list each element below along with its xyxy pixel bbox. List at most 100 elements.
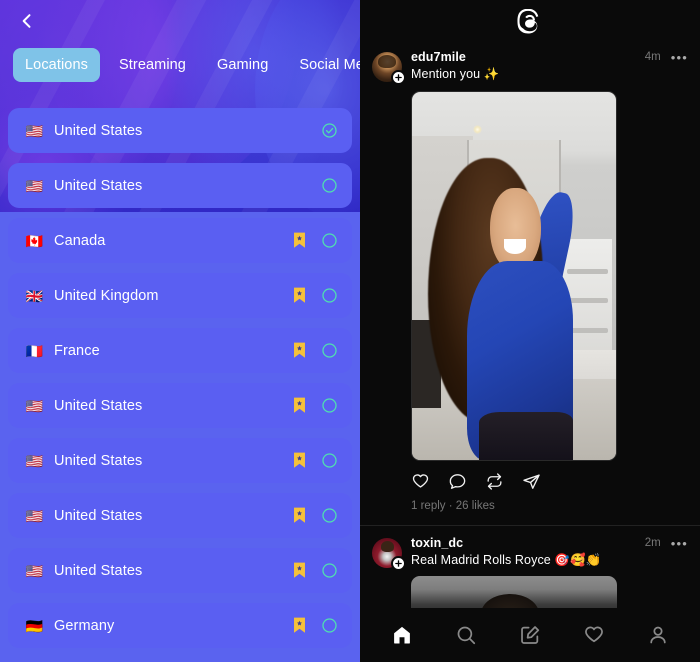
location-name: France	[54, 342, 100, 359]
locations-list: 🇺🇸 United States 🇺🇸 United States 🇨🇦 Canada 🇬🇧…	[0, 108, 360, 648]
bookmark-icon[interactable]	[292, 617, 321, 634]
bookmark-icon[interactable]	[292, 287, 321, 304]
select-circle-icon[interactable]	[321, 287, 338, 304]
post-meta: edu7mile 4m ••• Mention you ✨	[411, 50, 688, 82]
nav-profile[interactable]	[638, 615, 678, 655]
location-name: Canada	[54, 232, 106, 249]
select-circle-icon[interactable]	[321, 232, 338, 249]
nav-activity[interactable]	[574, 615, 614, 655]
bottom-navigation	[360, 608, 700, 662]
select-circle-icon[interactable]	[321, 507, 338, 524]
photo-smile	[503, 239, 527, 254]
tab-streaming[interactable]: Streaming	[107, 48, 198, 82]
back-button[interactable]	[10, 4, 44, 38]
select-circle-icon[interactable]	[321, 617, 338, 634]
location-name: United States	[54, 562, 143, 579]
profile-icon	[647, 624, 669, 646]
location-name: United States	[54, 507, 143, 524]
select-circle-icon[interactable]	[321, 177, 338, 194]
like-icon[interactable]	[411, 472, 430, 491]
post-stats[interactable]: 1 reply · 26 likes	[411, 500, 688, 525]
bookmark-icon[interactable]	[292, 397, 321, 414]
photo-drawer	[567, 327, 608, 333]
post-text: Mention you ✨	[411, 67, 500, 81]
country-flag-icon: 🇺🇸	[25, 507, 44, 524]
post-timestamp: 4m	[644, 51, 661, 63]
nav-home[interactable]	[382, 615, 422, 655]
select-circle-icon[interactable]	[321, 562, 338, 579]
post-meta: toxin_dc 2m ••• Real Madrid Rolls Royce …	[411, 536, 688, 568]
location-name: United States	[54, 452, 143, 469]
location-row[interactable]: 🇩🇪 Germany	[8, 603, 352, 648]
tab-locations[interactable]: Locations	[13, 48, 100, 82]
post-username[interactable]: toxin_dc	[411, 536, 463, 550]
selected-check-icon[interactable]	[321, 122, 338, 139]
vpn-locations-panel: Locations Streaming Gaming Social Media …	[0, 0, 360, 662]
avatar[interactable]	[372, 538, 406, 571]
category-tabbar: Locations Streaming Gaming Social Media	[0, 40, 360, 90]
select-circle-icon[interactable]	[321, 342, 338, 359]
app-screenshot: Locations Streaming Gaming Social Media …	[0, 0, 700, 662]
post-username[interactable]: edu7mile	[411, 50, 466, 64]
post-timestamp: 2m	[644, 537, 661, 549]
home-icon	[391, 624, 413, 646]
photo-drawer	[567, 298, 608, 304]
threads-feed: edu7mile 4m ••• Mention you ✨ 1 reply · …	[360, 46, 700, 624]
country-flag-icon: 🇺🇸	[25, 397, 44, 414]
country-flag-icon: 🇩🇪	[25, 617, 44, 634]
reply-icon[interactable]	[448, 472, 467, 491]
location-row[interactable]: 🇺🇸 United States	[8, 108, 352, 153]
post-image[interactable]	[411, 91, 617, 461]
location-row[interactable]: 🇨🇦 Canada	[8, 218, 352, 263]
bookmark-icon[interactable]	[292, 452, 321, 469]
country-flag-icon: 🇺🇸	[25, 177, 44, 194]
bookmark-icon[interactable]	[292, 507, 321, 524]
photo-face	[489, 187, 541, 273]
search-icon	[455, 624, 477, 646]
plus-badge-icon[interactable]	[391, 556, 406, 571]
tab-gaming[interactable]: Gaming	[205, 48, 280, 82]
repost-icon[interactable]	[485, 472, 504, 491]
more-options-icon[interactable]: •••	[671, 537, 688, 550]
compose-icon	[519, 624, 541, 646]
plus-badge-icon[interactable]	[391, 70, 406, 85]
post-actions	[411, 472, 688, 491]
photo-pants	[479, 412, 574, 460]
chevron-left-icon	[17, 11, 37, 31]
select-circle-icon[interactable]	[321, 397, 338, 414]
threads-header	[360, 0, 700, 46]
nav-search[interactable]	[446, 615, 486, 655]
avatar[interactable]	[372, 52, 406, 85]
country-flag-icon: 🇺🇸	[25, 452, 44, 469]
location-row[interactable]: 🇺🇸 United States	[8, 493, 352, 538]
location-name: United States	[54, 397, 143, 414]
bookmark-icon[interactable]	[292, 562, 321, 579]
bookmark-placeholder	[292, 122, 307, 139]
bookmark-icon[interactable]	[292, 342, 321, 359]
post-header: toxin_dc 2m ••• Real Madrid Rolls Royce …	[372, 536, 688, 571]
location-row[interactable]: 🇺🇸 United States	[8, 548, 352, 593]
country-flag-icon: 🇫🇷	[25, 342, 44, 359]
nav-compose[interactable]	[510, 615, 550, 655]
location-name: United Kingdom	[54, 287, 159, 304]
country-flag-icon: 🇺🇸	[25, 122, 44, 139]
location-row[interactable]: 🇫🇷 France	[8, 328, 352, 373]
photo-drawer	[567, 268, 608, 274]
threads-app-panel: edu7mile 4m ••• Mention you ✨ 1 reply · …	[360, 0, 700, 662]
more-options-icon[interactable]: •••	[671, 51, 688, 64]
location-row[interactable]: 🇺🇸 United States	[8, 163, 352, 208]
tab-social-media[interactable]: Social Media	[287, 48, 360, 82]
threads-logo-icon	[517, 9, 543, 37]
bookmark-placeholder	[292, 177, 307, 194]
select-circle-icon[interactable]	[321, 452, 338, 469]
bookmark-icon[interactable]	[292, 232, 321, 249]
location-row[interactable]: 🇺🇸 United States	[8, 438, 352, 483]
share-icon[interactable]	[522, 472, 541, 491]
post-header: edu7mile 4m ••• Mention you ✨	[372, 50, 688, 85]
location-row[interactable]: 🇺🇸 United States	[8, 383, 352, 428]
country-flag-icon: 🇬🇧	[25, 287, 44, 304]
post-item: edu7mile 4m ••• Mention you ✨ 1 reply · …	[360, 46, 700, 525]
country-flag-icon: 🇺🇸	[25, 562, 44, 579]
location-row[interactable]: 🇬🇧 United Kingdom	[8, 273, 352, 318]
location-name: United States	[54, 122, 143, 139]
